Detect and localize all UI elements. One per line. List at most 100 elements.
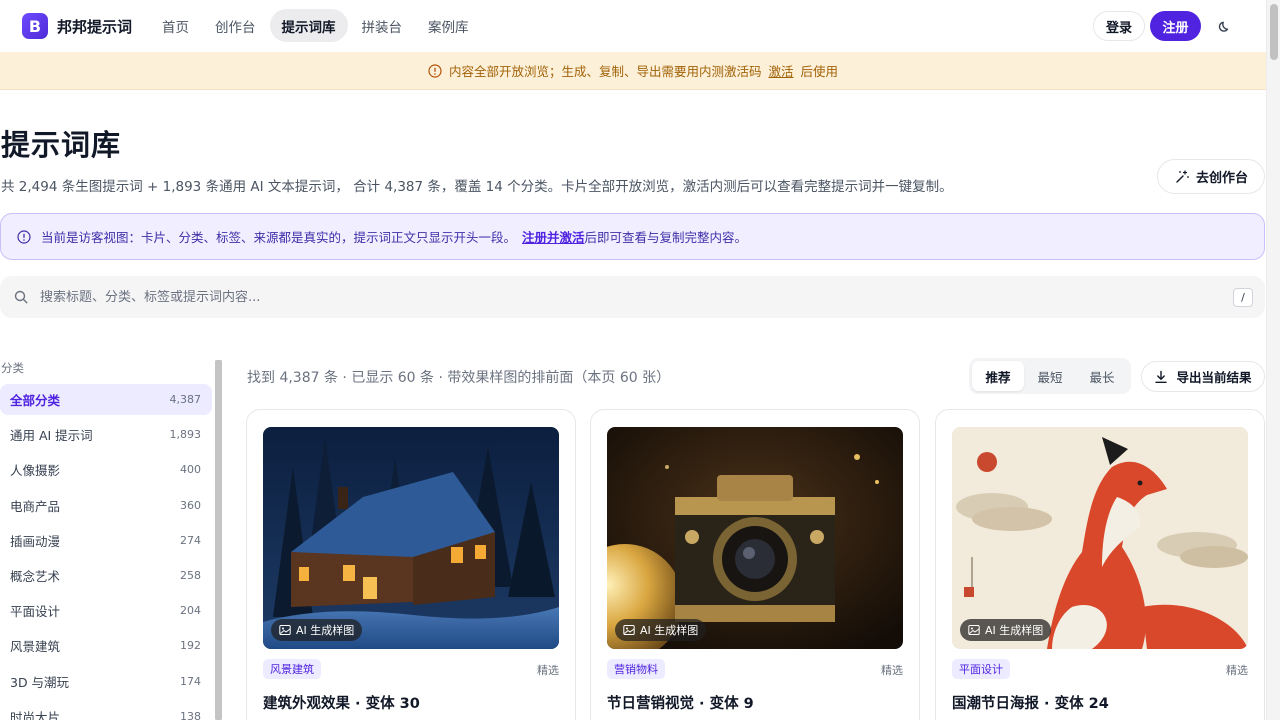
category-label: 时尚大片 (10, 709, 61, 720)
card-category-tag[interactable]: 风景建筑 (263, 659, 321, 679)
sidebar-title: 分类 (1, 361, 24, 375)
category-label: 全部分类 (10, 393, 61, 408)
activation-banner: 内容全部开放浏览；生成、复制、导出需要用内测激活码 激活 后使用 (0, 52, 1266, 90)
sidebar-scrollbar[interactable] (215, 360, 222, 720)
image-icon (279, 625, 291, 635)
category-label: 人像摄影 (10, 463, 61, 479)
info-icon (17, 229, 31, 244)
category-count: 274 (180, 533, 201, 547)
top-header: B 邦邦提示词 首页 创作台 提示词库 拼装台 案例库 登录 注册 (0, 0, 1266, 52)
nav-item-prompt-library[interactable]: 提示词库 (269, 9, 348, 42)
category-list: 全部分类 4,387 通用 AI 提示词 1,893 人像摄影 400 电商产品… (0, 384, 212, 720)
category-count: 192 (180, 639, 201, 653)
category-count: 258 (180, 568, 201, 582)
go-to-studio-button[interactable]: 去创作台 (1157, 159, 1265, 194)
card-featured-label: 精选 (881, 664, 903, 677)
prompt-card[interactable]: AI 生成样图 风景建筑 精选 建筑外观效果 · 变体 30 (246, 409, 576, 720)
card-featured-label: 精选 (537, 664, 559, 677)
moon-icon[interactable] (1216, 17, 1234, 35)
category-count: 400 (180, 463, 201, 477)
category-label: 概念艺术 (10, 568, 61, 584)
category-item-concept-art[interactable]: 概念艺术 258 (0, 560, 212, 591)
card-image-cabin[interactable]: AI 生成样图 (263, 427, 559, 649)
notice-text-after: 后即可查看与复制完整内容。 (584, 230, 748, 245)
sidebar-scrollbar-thumb[interactable] (215, 360, 222, 720)
category-label: 风景建筑 (10, 639, 61, 655)
category-item-graphic-design[interactable]: 平面设计 204 (0, 595, 212, 626)
notice-text: 当前是访客视图：卡片、分类、标签、来源都是真实的，提示词正文只显示开头一段。 (41, 230, 517, 245)
image-icon (968, 625, 980, 635)
banner-text: 内容全部开放浏览；生成、复制、导出需要用内测激活码 (448, 64, 762, 79)
category-label: 平面设计 (10, 604, 61, 620)
card-image-camera[interactable]: AI 生成样图 (607, 427, 903, 649)
page-scrollbar-thumb[interactable] (1270, 4, 1278, 60)
category-item-all[interactable]: 全部分类 4,387 (0, 384, 212, 415)
category-count: 174 (180, 674, 201, 688)
category-count: 4,387 (169, 393, 202, 406)
search-bar: / (0, 276, 1265, 318)
category-label: 通用 AI 提示词 (10, 428, 93, 444)
category-label: 电商产品 (10, 498, 61, 514)
card-image-fox[interactable]: AI 生成样图 (952, 427, 1248, 649)
sort-recommended[interactable]: 推荐 (972, 361, 1024, 391)
category-item-general-ai[interactable]: 通用 AI 提示词 1,893 (0, 419, 212, 450)
page-description: 共 2,494 条生图提示词 + 1,893 条通用 AI 文本提示词， 合计 … (1, 179, 953, 195)
sort-shortest[interactable]: 最短 (1024, 361, 1076, 391)
ai-generated-badge: AI 生成样图 (615, 619, 707, 641)
banner-text-after: 后使用 (800, 64, 839, 79)
guest-view-notice: 当前是访客视图：卡片、分类、标签、来源都是真实的，提示词正文只显示开头一段。 注… (0, 213, 1265, 260)
nav-item-home[interactable]: 首页 (150, 9, 201, 42)
export-results-button[interactable]: 导出当前结果 (1141, 361, 1265, 392)
results-summary: 找到 4,387 条 · 已显示 60 条 · 带效果样图的排前面（本页 60 … (247, 370, 671, 386)
card-category-tag[interactable]: 营销物料 (607, 659, 665, 679)
category-item-portrait[interactable]: 人像摄影 400 (0, 454, 212, 485)
category-label: 插画动漫 (10, 533, 61, 549)
download-icon (1155, 370, 1168, 383)
warning-icon (428, 63, 442, 78)
sort-segmented-control: 推荐 最短 最长 (969, 358, 1131, 394)
nav-item-assembly[interactable]: 拼装台 (350, 9, 415, 42)
ai-generated-badge: AI 生成样图 (271, 619, 363, 641)
category-item-ecommerce[interactable]: 电商产品 360 (0, 490, 212, 521)
ai-generated-badge: AI 生成样图 (960, 619, 1052, 641)
category-item-3d-toys[interactable]: 3D 与潮玩 174 (0, 666, 212, 697)
search-shortcut-key: / (1233, 288, 1253, 307)
snowy-cabin-image (263, 427, 559, 649)
register-activate-link[interactable]: 注册并激活 (522, 227, 585, 246)
card-title[interactable]: 节日营销视觉 · 变体 9 (607, 692, 754, 713)
category-count: 204 (180, 604, 201, 618)
page-scrollbar[interactable] (1266, 0, 1280, 720)
register-button[interactable]: 注册 (1150, 11, 1201, 41)
login-button[interactable]: 登录 (1093, 11, 1145, 41)
search-input[interactable] (40, 289, 1190, 305)
page-title: 提示词库 (1, 128, 122, 162)
prompt-card[interactable]: AI 生成样图 平面设计 精选 国潮节日海报 · 变体 24 (935, 409, 1265, 720)
card-category-tag[interactable]: 平面设计 (952, 659, 1010, 679)
export-label: 导出当前结果 (1176, 370, 1252, 385)
card-featured-label: 精选 (1226, 664, 1248, 677)
app-root: B 邦邦提示词 首页 创作台 提示词库 拼装台 案例库 登录 注册 内容全部开放… (0, 0, 1280, 720)
badge-label: AI 生成样图 (296, 624, 355, 637)
search-icon (14, 290, 28, 304)
logo-icon[interactable]: B (22, 13, 48, 39)
category-item-landscape[interactable]: 风景建筑 192 (0, 630, 212, 661)
vintage-camera-image (607, 427, 903, 649)
image-icon (623, 625, 635, 635)
category-item-illustration[interactable]: 插画动漫 274 (0, 525, 212, 556)
nav-item-cases[interactable]: 案例库 (416, 9, 481, 42)
brand-name[interactable]: 邦邦提示词 (57, 16, 132, 37)
category-count: 138 (180, 709, 201, 720)
prompt-card[interactable]: AI 生成样图 营销物料 精选 节日营销视觉 · 变体 9 (590, 409, 920, 720)
banner-activate-link[interactable]: 激活 (768, 61, 793, 80)
nav-item-studio[interactable]: 创作台 (203, 9, 268, 42)
category-label: 3D 与潮玩 (10, 674, 70, 690)
go-to-studio-label: 去创作台 (1195, 171, 1248, 186)
sparkle-wand-icon (1176, 169, 1189, 183)
card-title[interactable]: 国潮节日海报 · 变体 24 (952, 692, 1109, 713)
sort-longest[interactable]: 最长 (1076, 361, 1128, 391)
card-title[interactable]: 建筑外观效果 · 变体 30 (263, 692, 420, 713)
badge-label: AI 生成样图 (985, 624, 1044, 637)
badge-label: AI 生成样图 (640, 624, 699, 637)
category-count: 360 (180, 498, 201, 512)
category-item-fashion[interactable]: 时尚大片 138 (0, 701, 212, 720)
